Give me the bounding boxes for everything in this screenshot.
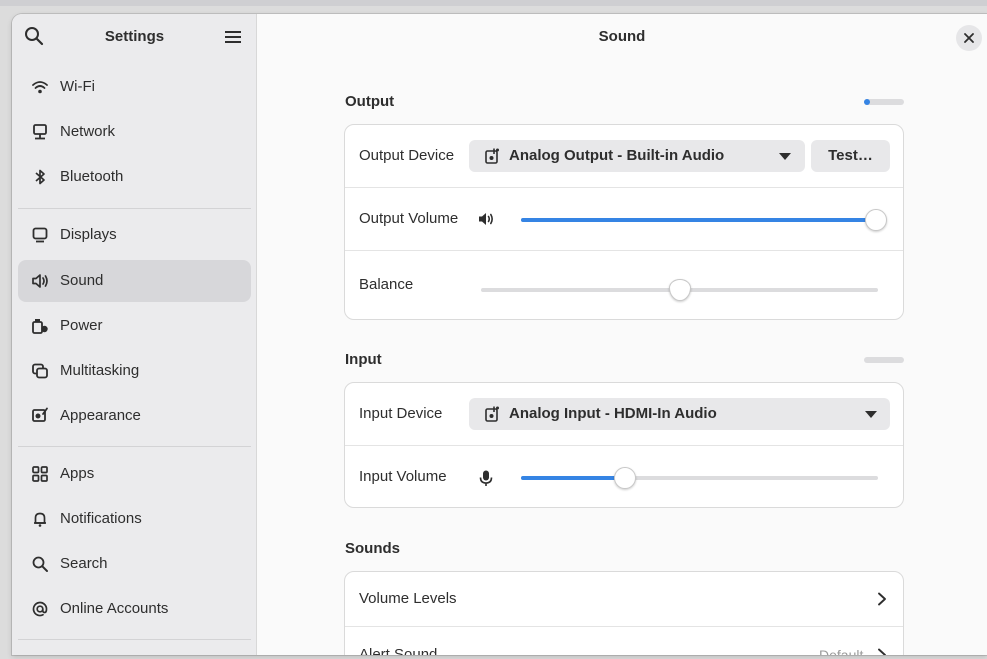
display-icon: [32, 227, 48, 243]
output-volume-fill: [521, 218, 876, 222]
microphone-icon[interactable]: [477, 469, 495, 487]
chevron-down-icon: [779, 153, 791, 160]
sidebar-item-sound[interactable]: Sound: [18, 260, 251, 302]
volume-levels-row[interactable]: Volume Levels: [345, 572, 903, 626]
sidebar-separator: [18, 208, 251, 209]
balance-row: Balance: [345, 251, 903, 321]
input-volume-row: Input Volume: [345, 446, 903, 508]
bluetooth-icon: [35, 169, 45, 185]
power-icon: [32, 319, 48, 334]
input-device-value: Analog Input - HDMI-In Audio: [509, 405, 717, 422]
volume-levels-label: Volume Levels: [359, 590, 457, 607]
sidebar-item-label: Notifications: [60, 510, 142, 527]
chevron-right-icon: [878, 592, 886, 606]
sidebar-item-network[interactable]: Network: [18, 111, 251, 153]
sidebar-separator: [18, 446, 251, 447]
input-device-dropdown[interactable]: Analog Input - HDMI-In Audio: [469, 398, 890, 430]
input-volume-label: Input Volume: [359, 468, 447, 485]
at-icon: [32, 601, 48, 617]
sidebar-item-multitasking[interactable]: Multitasking: [18, 350, 251, 392]
balance-label: Balance: [359, 276, 414, 293]
sidebar-item-label: Sound: [60, 272, 104, 289]
output-level-fill: [864, 99, 870, 105]
sidebar: Settings Wi-Fi Network Bluetooth Display…: [12, 14, 257, 655]
appearance-icon: [32, 407, 48, 422]
output-device-dropdown[interactable]: Analog Output - Built-in Audio: [469, 140, 805, 172]
input-volume-fill: [521, 476, 625, 480]
balance-handle[interactable]: [668, 279, 691, 301]
output-volume-row: Output Volume: [345, 188, 903, 250]
input-volume-slider[interactable]: [521, 467, 878, 489]
alert-sound-row[interactable]: Alert Sound Default: [345, 627, 903, 655]
audio-card-icon: [485, 148, 499, 164]
sidebar-item-online-accounts[interactable]: Online Accounts: [18, 588, 251, 630]
page-title: Sound: [598, 28, 646, 45]
sidebar-item-label: Apps: [60, 465, 95, 482]
chevron-right-icon: [878, 648, 886, 655]
sidebar-item-bluetooth[interactable]: Bluetooth: [18, 156, 251, 198]
sidebar-item-label: Online Accounts: [60, 600, 169, 617]
apps-icon: [32, 466, 48, 482]
output-level-meter: [864, 99, 904, 105]
output-volume-slider[interactable]: [521, 209, 887, 231]
close-button[interactable]: [956, 25, 982, 51]
close-icon: [964, 33, 974, 43]
sidebar-item-appearance[interactable]: Appearance: [18, 395, 251, 437]
output-card: Output Device Analog Output - Built-in A…: [344, 124, 904, 320]
sidebar-item-label: Power: [60, 317, 103, 334]
output-device-value: Analog Output - Built-in Audio: [509, 147, 725, 164]
input-device-label: Input Device: [359, 405, 443, 422]
balance-slider[interactable]: [481, 279, 878, 301]
sidebar-item-label: Wi-Fi: [60, 78, 95, 95]
output-device-label: Output Device: [359, 147, 455, 164]
chevron-down-icon: [865, 411, 877, 418]
sidebar-item-label: Network: [60, 123, 116, 140]
bell-icon: [34, 512, 46, 527]
alert-sound-label: Alert Sound: [359, 646, 438, 655]
input-card: Input Device Analog Input - HDMI-In Audi…: [344, 382, 904, 508]
output-section-title: Output: [345, 93, 395, 110]
sidebar-item-power[interactable]: Power: [18, 305, 251, 347]
sidebar-title: Settings: [104, 28, 165, 45]
sidebar-item-label: Displays: [60, 226, 117, 243]
network-icon: [33, 124, 47, 140]
wifi-icon: [32, 81, 48, 94]
multitasking-icon: [32, 363, 48, 379]
sidebar-item-notifications[interactable]: Notifications: [18, 498, 251, 540]
sidebar-item-displays[interactable]: Displays: [18, 214, 251, 256]
settings-window: Settings Wi-Fi Network Bluetooth Display…: [12, 14, 987, 655]
input-volume-handle[interactable]: [613, 467, 636, 489]
sound-icon: [32, 274, 48, 288]
sounds-section-title: Sounds: [345, 540, 400, 557]
output-device-row: Output Device Analog Output - Built-in A…: [345, 125, 903, 187]
sidebar-item-label: Bluetooth: [60, 168, 124, 185]
sidebar-header: Settings: [12, 14, 256, 62]
sidebar-item-label: Multitasking: [60, 362, 140, 379]
sidebar-item-label: Search: [60, 555, 108, 572]
input-device-row: Input Device Analog Input - HDMI-In Audi…: [345, 383, 903, 445]
output-volume-label: Output Volume: [359, 210, 459, 227]
sidebar-separator: [18, 639, 251, 640]
input-section-title: Input: [345, 351, 382, 368]
speaker-icon[interactable]: [477, 210, 495, 228]
desktop-background: [0, 0, 987, 6]
input-level-meter: [864, 357, 904, 363]
audio-card-icon: [485, 406, 499, 422]
sounds-card: Volume Levels Alert Sound Default: [344, 571, 904, 655]
output-volume-handle[interactable]: [865, 209, 887, 231]
hamburger-menu-icon[interactable]: [224, 28, 242, 46]
sidebar-item-apps[interactable]: Apps: [18, 453, 251, 495]
test-button[interactable]: Test…: [811, 140, 890, 172]
alert-sound-value: Default: [819, 647, 864, 655]
sidebar-item-wifi[interactable]: Wi-Fi: [18, 66, 251, 108]
search-icon: [32, 556, 48, 572]
sidebar-item-search[interactable]: Search: [18, 543, 251, 585]
sidebar-item-label: Appearance: [60, 407, 141, 424]
